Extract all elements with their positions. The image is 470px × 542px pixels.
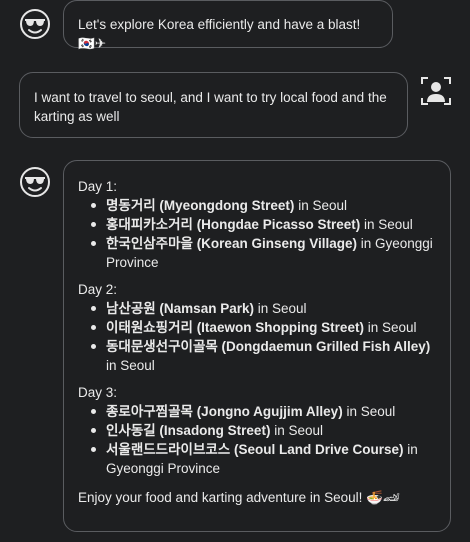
place-location: in Seoul	[342, 404, 396, 419]
place-name: 이태원쇼핑거리 (Itaewon Shopping Street)	[106, 320, 364, 335]
place-name: 한국인삼주마을 (Korean Ginseng Village)	[106, 236, 357, 251]
message-text: I want to travel to seoul, and I want to…	[34, 90, 387, 124]
itinerary-day: Day 2: 남산공원 (Namsan Park) in Seoul 이태원쇼핑…	[78, 280, 436, 375]
day-title: Day 1:	[78, 179, 118, 194]
place-name: 남산공원 (Namsan Park)	[106, 301, 254, 316]
place-location: in Seoul	[360, 217, 413, 232]
place-location: in Seoul	[363, 320, 417, 335]
sunglasses-face-icon	[19, 166, 51, 198]
list-item: 동대문생선구이골목 (Dongdaemun Grilled Fish Alley…	[91, 337, 436, 375]
place-name: 동대문생선구이골목 (Dongdaemun Grilled Fish Alley…	[106, 339, 431, 354]
message-text: Let's explore Korea efficiently and have…	[78, 17, 361, 51]
user-icon	[420, 75, 452, 107]
itinerary-day: Day 3: 종로아구찜골목 (Jongno Agujjim Alley) in…	[78, 383, 436, 478]
place-name: 홍대피카소거리 (Hongdae Picasso Street)	[106, 217, 361, 232]
closing-text: Enjoy your food and karting adventure in…	[78, 490, 401, 505]
chat-container: Let's explore Korea efficiently and have…	[0, 0, 470, 542]
day-title: Day 2:	[78, 282, 118, 297]
list-item: 홍대피카소거리 (Hongdae Picasso Street) in Seou…	[91, 215, 436, 234]
place-location: in Seoul	[270, 423, 323, 438]
list-item: 남산공원 (Namsan Park) in Seoul	[91, 299, 436, 318]
list-item: 종로아구찜골목 (Jongno Agujjim Alley) in Seoul	[91, 402, 436, 421]
assistant-message-bubble: Let's explore Korea efficiently and have…	[63, 0, 393, 51]
list-item: 이태원쇼핑거리 (Itaewon Shopping Street) in Seo…	[91, 318, 436, 337]
place-list: 종로아구찜골목 (Jongno Agujjim Alley) in Seoul …	[78, 402, 436, 478]
place-name: 명동거리 (Myeongdong Street)	[106, 198, 295, 213]
day-title: Day 3:	[78, 385, 118, 400]
place-name: 서울랜드드라이브코스 (Seoul Land Drive Course)	[106, 442, 404, 457]
place-location: in Seoul	[106, 358, 155, 373]
list-item: 한국인삼주마을 (Korean Ginseng Village) in Gyeo…	[91, 234, 436, 272]
place-location: in Seoul	[294, 198, 347, 213]
place-list: 명동거리 (Myeongdong Street) in Seoul 홍대피카소거…	[78, 196, 436, 272]
place-list: 남산공원 (Namsan Park) in Seoul 이태원쇼핑거리 (Ita…	[78, 299, 436, 375]
user-message-bubble: I want to travel to seoul, and I want to…	[19, 72, 408, 138]
list-item: 서울랜드드라이브코스 (Seoul Land Drive Course) in …	[91, 440, 436, 478]
assistant-itinerary-bubble: Day 1: 명동거리 (Myeongdong Street) in Seoul…	[63, 160, 451, 532]
place-location: in Seoul	[253, 301, 307, 316]
place-name: 인사동길 (Insadong Street)	[106, 423, 271, 438]
place-name: 종로아구찜골목 (Jongno Agujjim Alley)	[106, 404, 343, 419]
list-item: 명동거리 (Myeongdong Street) in Seoul	[91, 196, 436, 215]
itinerary-day: Day 1: 명동거리 (Myeongdong Street) in Seoul…	[78, 177, 436, 272]
list-item: 인사동길 (Insadong Street) in Seoul	[91, 421, 436, 440]
sunglasses-face-icon	[19, 8, 51, 40]
